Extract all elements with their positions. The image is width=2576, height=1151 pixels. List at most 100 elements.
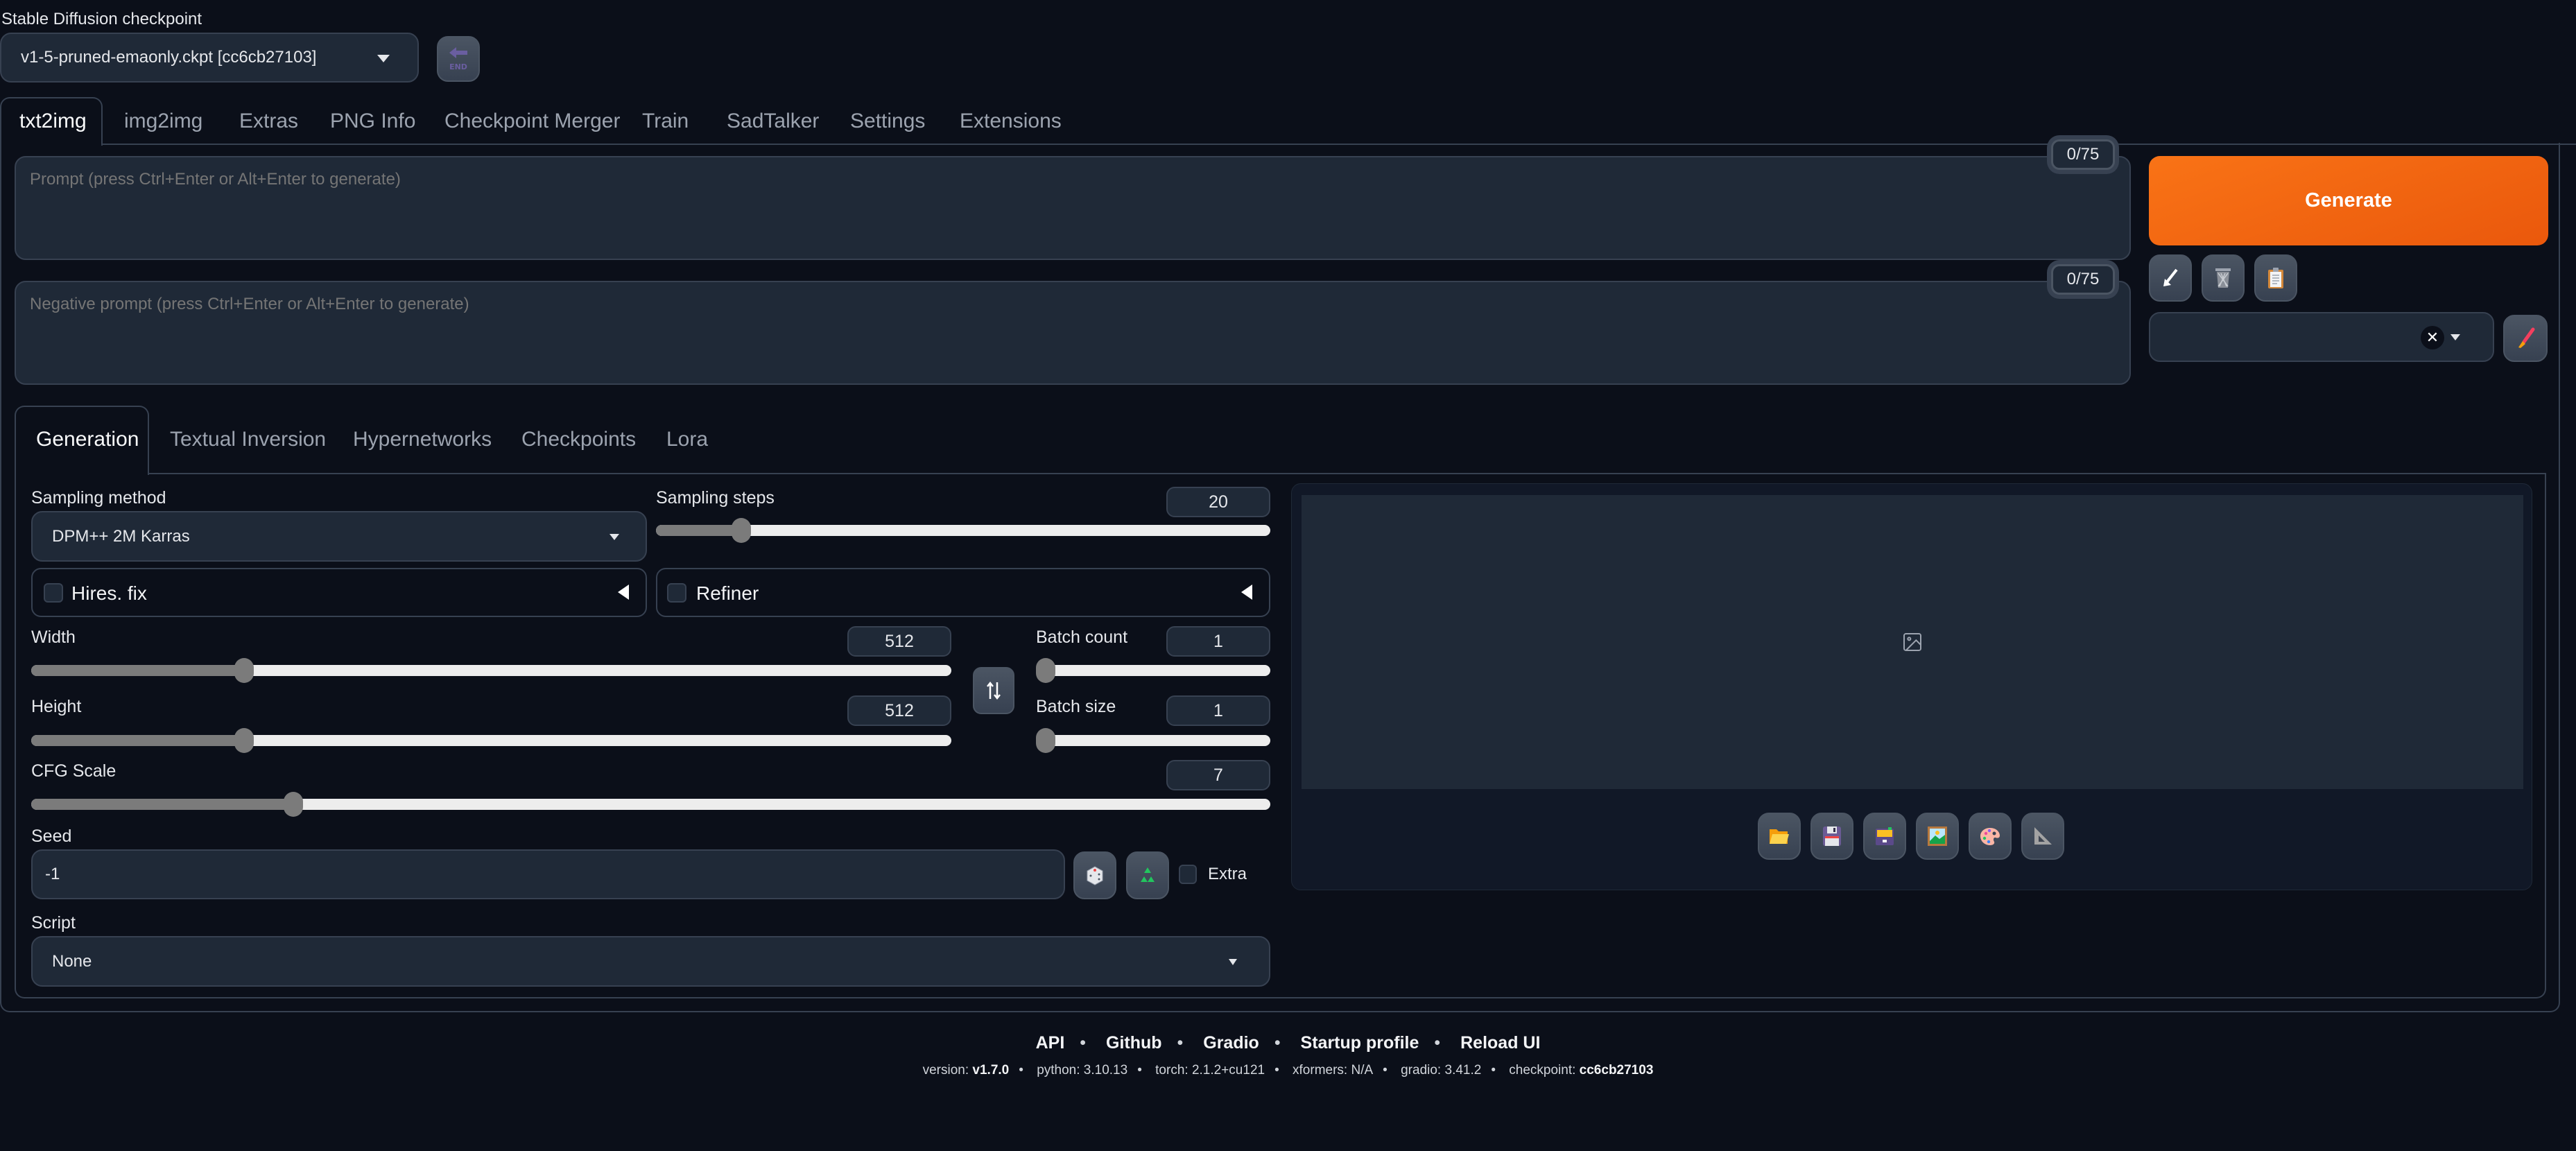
image-preview-area [1302,495,2523,789]
triangle-ruler-icon [2034,827,2052,845]
arrow-read-params-icon [2163,268,2178,286]
seed-extra-label: Extra [1208,865,1247,883]
collapse-arrow-icon [1241,585,1252,600]
height-slider[interactable] [31,728,951,753]
refiner-checkbox[interactable] [667,583,686,603]
edit-styles-button[interactable] [2503,315,2548,362]
save-button[interactable] [1810,813,1853,860]
checkpoint-dropdown[interactable]: v1-5-pruned-emaonly.ckpt [cc6cb27103] [0,33,419,83]
seed-input[interactable] [31,849,1065,899]
swap-dimensions-button[interactable] [973,667,1014,714]
slider-thumb[interactable] [1036,658,1055,683]
footer-link-gradio[interactable]: Gradio [1203,1033,1259,1053]
negative-prompt-token-counter: 0/75 [2051,264,2115,295]
seed-extra-checkbox[interactable] [1179,865,1197,884]
sampling-method-dropdown[interactable]: DPM++ 2M Karras [31,511,647,562]
tab-settings[interactable]: Settings [850,110,925,133]
checkpoint-label: Stable Diffusion checkpoint [1,10,202,28]
image-icon [1903,633,1921,651]
width-slider[interactable] [31,658,951,683]
clipboard-icon [2268,268,2283,288]
trash-icon [2215,268,2231,288]
send-to-img2img-button[interactable] [1916,813,1959,860]
sampling-steps-slider[interactable] [656,518,1270,543]
batch-count-input[interactable]: 1 [1166,626,1270,657]
generate-label: Generate [2305,189,2392,211]
prompt-input[interactable] [15,156,2131,260]
width-input[interactable]: 512 [847,626,951,657]
sampling-steps-input[interactable]: 20 [1166,487,1270,517]
script-dropdown[interactable]: None [31,936,1270,987]
footer-links: API • Github • Gradio • Startup profile • Re… [1035,1033,1541,1053]
framed-picture-icon [1928,827,1947,846]
open-folder-button[interactable] [1758,813,1801,860]
apply-styles-button[interactable] [2254,254,2297,302]
slider-thumb[interactable] [234,658,254,683]
tab-hypernetworks[interactable]: Hypernetworks [353,428,492,451]
footer-link-github[interactable]: Github [1106,1033,1162,1053]
batch-count-slider[interactable] [1036,658,1270,683]
xformers-label: xformers: [1293,1063,1348,1078]
slider-thumb[interactable] [732,518,752,543]
recycle-icon [1141,867,1155,882]
send-to-extras-button[interactable] [2021,813,2064,860]
tab-png-info[interactable]: PNG Info [330,110,415,133]
tab-img2img[interactable]: img2img [124,110,202,133]
refiner-label: Refiner [696,582,759,604]
batch-size-input[interactable]: 1 [1166,695,1270,726]
footer-link-api[interactable]: API [1036,1033,1065,1053]
tab-train[interactable]: Train [642,110,689,133]
read-params-button[interactable] [2149,254,2192,302]
script-value: None [52,951,92,971]
batch-size-slider[interactable] [1036,728,1270,753]
footer-version-info: version: v1.7.0 • python: 3.10.13 • torch:… [922,1063,1654,1078]
refiner-accordion[interactable]: Refiner [656,568,1270,617]
hires-fix-accordion[interactable]: Hires. fix [31,568,647,617]
footer-link-startup-profile[interactable]: Startup profile [1301,1033,1419,1053]
footer-link-reload-ui[interactable]: Reload UI [1460,1033,1540,1053]
tab-checkpoints[interactable]: Checkpoints [521,428,636,451]
tab-lora[interactable]: Lora [666,428,708,451]
chevron-down-icon [2450,334,2460,340]
chevron-down-icon [610,534,619,540]
torch-label: torch: [1155,1063,1188,1078]
hires-fix-checkbox[interactable] [44,583,63,603]
clear-prompt-button[interactable] [2202,254,2245,302]
tab-textual-inversion[interactable]: Textual Inversion [170,428,326,451]
batch-size-label: Batch size [1036,697,1116,716]
collapse-arrow-icon [618,585,629,600]
archive-box-icon [1876,827,1894,845]
reuse-seed-button[interactable] [1126,851,1169,899]
slider-thumb[interactable] [283,792,303,817]
tab-extensions[interactable]: Extensions [960,110,1062,133]
close-icon[interactable]: ✕ [2421,326,2444,349]
negative-prompt-input[interactable] [15,281,2131,385]
height-input[interactable]: 512 [847,695,951,726]
version-value: v1.7.0 [972,1063,1010,1078]
width-label: Width [31,628,76,647]
swap-dimensions-icon [987,681,1001,700]
tab-checkpoint-merger[interactable]: Checkpoint Merger [444,110,620,133]
dice-icon [1087,865,1103,885]
cfg-scale-input[interactable]: 7 [1166,760,1270,790]
generate-button[interactable]: Generate [2149,156,2548,245]
cfg-scale-slider[interactable] [31,792,1270,817]
slider-thumb[interactable] [234,728,254,753]
tab-extras[interactable]: Extras [239,110,298,133]
zip-button[interactable] [1863,813,1906,860]
gradio-label: gradio: [1401,1063,1442,1078]
random-seed-button[interactable] [1073,851,1116,899]
tab-txt2img[interactable]: txt2img [19,110,87,133]
script-label: Script [31,913,76,933]
tab-sadtalker[interactable]: SadTalker [727,110,819,133]
version-label: version: [922,1063,969,1078]
refresh-checkpoint-button[interactable]: END [437,36,480,82]
output-gallery-panel [1291,483,2532,890]
palette-icon [1980,828,2000,845]
tab-generation[interactable]: Generation [36,428,139,451]
slider-fill [31,799,293,810]
send-to-inpaint-button[interactable] [1969,813,2012,860]
styles-dropdown[interactable]: ✕ [2149,312,2494,362]
hires-fix-label: Hires. fix [71,582,147,604]
slider-thumb[interactable] [1036,728,1055,753]
